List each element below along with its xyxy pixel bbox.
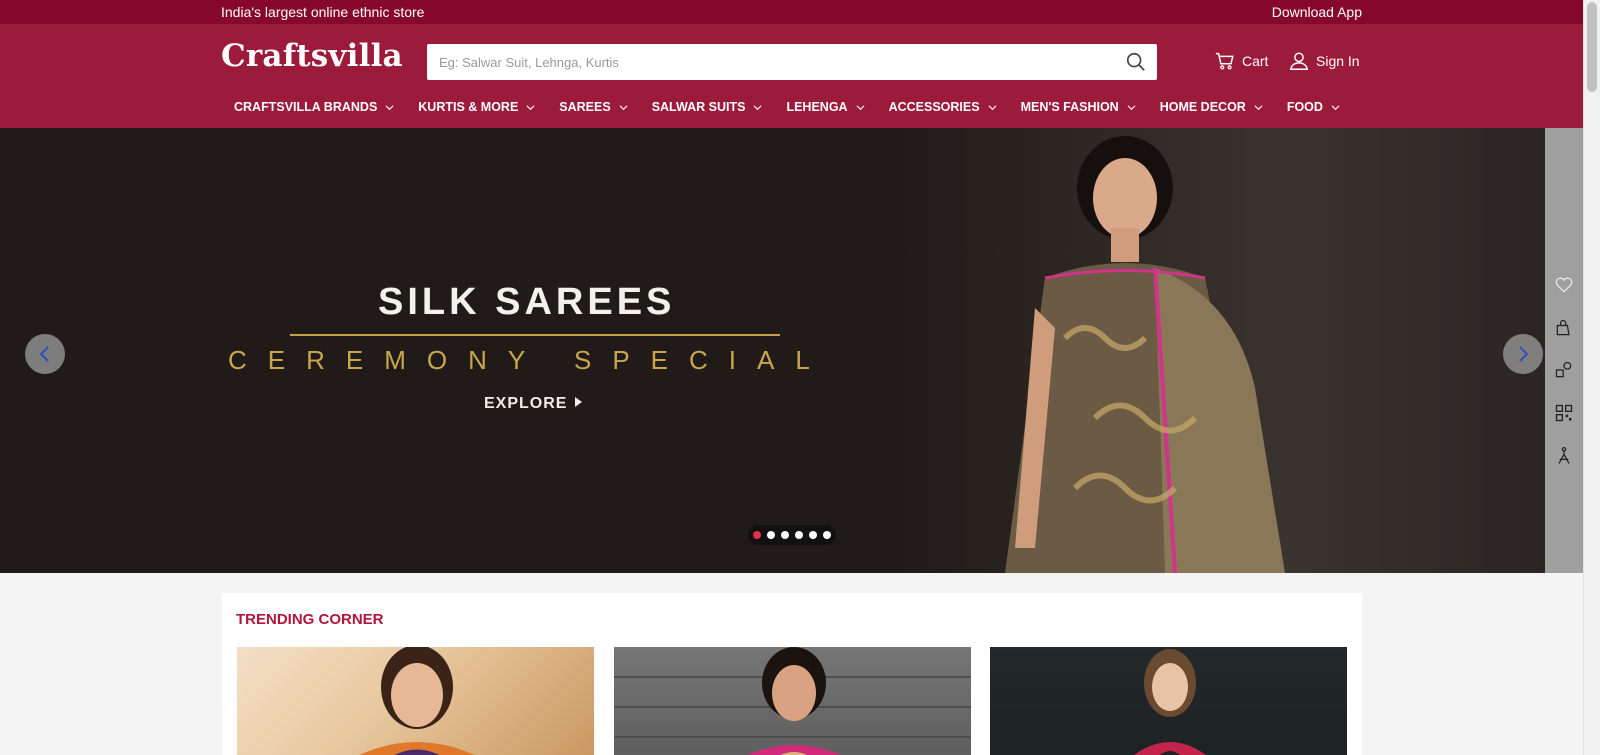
qr-code-icon[interactable] — [1554, 403, 1574, 423]
tailor-icon[interactable] — [1554, 446, 1574, 466]
nav-label: SALWAR SUITS — [651, 100, 746, 114]
product-image — [359, 647, 475, 755]
side-rail — [1545, 128, 1583, 573]
chevron-down-icon — [1331, 104, 1340, 110]
hero-subtitle: CEREMONY SPECIAL — [228, 345, 831, 375]
page-scrollbar[interactable] — [1583, 0, 1600, 755]
nav-label: SAREES — [559, 100, 611, 114]
main-nav: CRAFTSVILLA BRANDS KURTIS & MORE SAREES … — [234, 100, 1364, 114]
search-input[interactable] — [439, 44, 1099, 80]
trending-tile[interactable] — [990, 647, 1347, 755]
track-order-icon[interactable] — [1554, 360, 1574, 380]
explore-button[interactable]: EXPLORE — [484, 395, 583, 413]
carousel-dot[interactable] — [767, 531, 775, 539]
model-image — [1005, 136, 1285, 573]
nav-salwar-suits[interactable]: SALWAR SUITS — [652, 100, 763, 114]
nav-label: LEHENGA — [786, 100, 848, 114]
cart-label: Cart — [1242, 53, 1269, 69]
product-image — [1134, 649, 1206, 755]
carousel-dot[interactable] — [823, 531, 831, 539]
nav-kurtis-more[interactable]: KURTIS & MORE — [418, 100, 535, 114]
nav-label: FOOD — [1286, 100, 1323, 114]
user-icon — [1289, 52, 1309, 70]
nav-label: MEN'S FASHION — [1020, 100, 1119, 114]
carousel-prev-button[interactable] — [25, 334, 65, 374]
hero-banner[interactable]: SILK SAREES CEREMONY SPECIAL EXPLORE — [0, 128, 1545, 573]
nav-food[interactable]: FOOD — [1287, 100, 1340, 114]
nav-craftsvilla-brands[interactable]: CRAFTSVILLA BRANDS — [234, 100, 394, 114]
nav-accessories[interactable]: ACCESSORIES — [889, 100, 997, 114]
chevron-right-icon — [1519, 346, 1529, 362]
hero-divider — [290, 334, 780, 336]
chevron-left-icon — [39, 346, 49, 362]
chevron-down-icon — [1254, 104, 1263, 110]
carousel-dot[interactable] — [781, 531, 789, 539]
nav-home-decor[interactable]: HOME DECOR — [1160, 100, 1263, 114]
sign-in-label: Sign In — [1316, 53, 1360, 69]
sign-in-button[interactable]: Sign In — [1288, 50, 1360, 72]
chevron-down-icon — [619, 104, 628, 110]
site-header: Craftsvilla Cart Sign In CRAFTSVILLA BRA… — [0, 24, 1583, 128]
nav-label: CRAFTSVILLA BRANDS — [234, 100, 378, 114]
store-tagline: India's largest online ethnic store — [221, 4, 425, 20]
nav-lehenga[interactable]: LEHENGA — [786, 100, 865, 114]
carousel-dot[interactable] — [795, 531, 803, 539]
hero-title: SILK SAREES — [378, 281, 676, 323]
chevron-down-icon — [1127, 104, 1136, 110]
nav-label: KURTIS & MORE — [418, 100, 519, 114]
nav-mens-fashion[interactable]: MEN'S FASHION — [1021, 100, 1136, 114]
nav-label: HOME DECOR — [1159, 100, 1246, 114]
trending-tile[interactable] — [237, 647, 594, 755]
carousel-dot[interactable] — [809, 531, 817, 539]
download-app-link[interactable]: Download App — [1272, 4, 1362, 20]
chevron-down-icon — [526, 104, 535, 110]
carousel-indicators — [748, 525, 836, 545]
chevron-down-icon — [856, 104, 865, 110]
shopping-bag-icon[interactable] — [1554, 318, 1574, 338]
chevron-down-icon — [753, 104, 762, 110]
craftsvilla-logo[interactable]: Craftsvilla — [221, 38, 403, 74]
play-arrow-icon — [575, 397, 583, 407]
chevron-down-icon — [988, 104, 997, 110]
scrollbar-thumb[interactable] — [1587, 2, 1597, 92]
nav-sarees[interactable]: SAREES — [559, 100, 628, 114]
trending-tile[interactable] — [614, 647, 971, 755]
heart-icon[interactable] — [1554, 275, 1574, 295]
trending-section: TRENDING CORNER — [222, 593, 1362, 755]
product-image — [614, 647, 971, 755]
cart-icon — [1215, 52, 1234, 70]
search-box — [427, 44, 1157, 80]
carousel-next-button[interactable] — [1503, 334, 1543, 374]
top-strip: India's largest online ethnic store Down… — [0, 0, 1583, 24]
nav-label: ACCESSORIES — [888, 100, 980, 114]
cart-button[interactable]: Cart — [1214, 50, 1268, 72]
trending-heading: TRENDING CORNER — [236, 611, 384, 628]
explore-label: EXPLORE — [484, 395, 568, 412]
search-icon[interactable] — [1125, 51, 1147, 73]
carousel-dot[interactable] — [753, 531, 761, 539]
chevron-down-icon — [385, 104, 394, 110]
